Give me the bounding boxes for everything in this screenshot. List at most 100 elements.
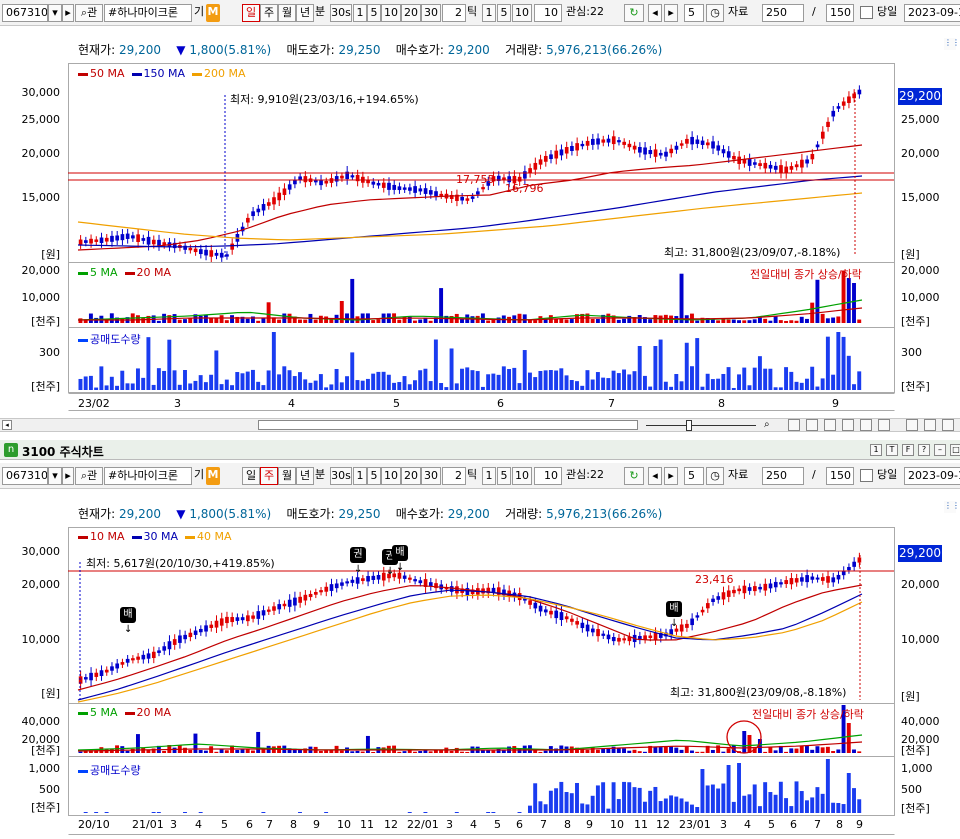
b-volume-bar <box>721 751 726 753</box>
candle-body <box>648 635 653 639</box>
b-short-sale-bar <box>721 783 726 813</box>
candle-body <box>167 641 172 650</box>
b-short-sale-bar <box>298 812 302 813</box>
badge-bae-2[interactable]: 배 <box>392 545 408 561</box>
bottom-date-0: 20/10 <box>78 818 110 831</box>
candle-body <box>125 658 130 663</box>
b-short-sale-bar <box>742 795 747 813</box>
b-short-sale-bar <box>580 803 585 813</box>
candle-body <box>554 610 559 619</box>
b-volume-bar <box>538 751 543 753</box>
candle-body <box>533 602 538 609</box>
candle-body <box>773 581 778 588</box>
candle-body <box>225 616 229 624</box>
b-short-sale-bar <box>690 804 694 813</box>
badge-gwon-1[interactable]: 권 <box>350 547 366 563</box>
candle-body <box>230 617 235 623</box>
badge-bae-1[interactable]: 배 <box>120 607 136 623</box>
candle-body <box>104 669 109 673</box>
b-volume-bar <box>669 746 674 753</box>
bottom-short-legend: 공매도수량 <box>78 762 141 778</box>
bottom-date-23: 23/01 <box>679 818 711 831</box>
candle-body <box>94 672 99 677</box>
candle-body <box>240 617 245 621</box>
b-short-sale-bar <box>198 812 203 813</box>
b-short-sale-bar <box>575 782 579 813</box>
b-short-sale-bar <box>156 812 161 813</box>
b-volume-bar <box>658 747 663 753</box>
b-short-sale-bar <box>548 790 553 813</box>
candle-body <box>742 585 747 594</box>
b-volume-bar <box>193 733 198 753</box>
bottom-date-7: 8 <box>290 818 297 831</box>
b-volume-bar <box>606 748 611 753</box>
bottom-short-axis-1000: 1,000 <box>28 762 61 775</box>
b-short-sale-bar <box>684 801 689 813</box>
candle-body <box>585 624 590 632</box>
b-volume-bar <box>172 747 177 753</box>
candle-body <box>120 662 125 665</box>
b-short-sale-bar <box>737 763 741 813</box>
b-volume-bar <box>622 748 626 753</box>
candle-body <box>308 593 313 598</box>
b-short-sale-bar <box>805 800 809 813</box>
bottom-date-5: 6 <box>246 818 253 831</box>
b-short-sale-bar <box>642 801 647 813</box>
b-volume-bar <box>742 731 747 753</box>
b-short-sale-bar <box>700 769 705 813</box>
candle-body <box>313 591 318 595</box>
b-short-sale-bar <box>601 782 606 813</box>
candle-body <box>580 622 585 629</box>
candle-body <box>204 625 208 632</box>
candle-body <box>732 589 736 594</box>
b-short-sale-bar <box>104 812 109 813</box>
b-short-sale-bar <box>658 801 663 813</box>
b-legend-short: 공매도수량 <box>90 764 141 777</box>
b-short-sale-bar <box>183 812 187 813</box>
b-volume-bar <box>554 748 559 753</box>
b-volume-bar <box>465 751 470 753</box>
candle-body <box>282 603 287 607</box>
bottom-date-16: 6 <box>516 818 523 831</box>
candle-body <box>564 616 569 620</box>
b-short-sale-bar <box>454 812 459 813</box>
badge-arrow-2: ↓ <box>354 564 363 575</box>
candle-body <box>413 579 417 582</box>
b-volume-bar <box>674 747 679 753</box>
candle-body <box>674 628 679 632</box>
b-volume-bar <box>763 751 768 753</box>
b-volume-bar <box>418 751 423 753</box>
b-volume-bar <box>627 750 632 753</box>
bottom-date-11: 12 <box>384 818 398 831</box>
b-volume-bar <box>632 749 637 753</box>
candle-body <box>115 663 120 669</box>
bottom-date-24: 3 <box>720 818 727 831</box>
candle-body <box>266 609 271 612</box>
candle-body <box>690 618 694 626</box>
b-volume-bar <box>836 749 841 753</box>
b-short-sale-bar <box>423 812 428 813</box>
candle-body <box>737 588 742 592</box>
candle-body <box>345 581 350 584</box>
candle-body <box>397 572 402 579</box>
b-volume-bar <box>637 751 642 753</box>
b-volume-bar <box>653 746 658 753</box>
candle-body <box>606 634 611 640</box>
b-short-sale-bar <box>784 798 789 813</box>
b-short-sale-bar <box>799 791 804 813</box>
bottom-date-22: 12 <box>656 818 670 831</box>
candle-body <box>261 610 266 616</box>
b-volume-bar <box>747 735 752 753</box>
badge-bae-3[interactable]: 배 <box>666 601 682 617</box>
bottom-short-axis-unit: [천주] <box>31 801 60 814</box>
b-volume-bar <box>799 745 804 753</box>
candle-body <box>110 666 114 671</box>
bottom-short-raxis-1000: 1,000 <box>901 762 933 775</box>
b-volume-bar <box>852 749 856 753</box>
candle-body <box>559 612 564 621</box>
b-volume-bar <box>726 748 731 753</box>
b-short-sale-bar <box>533 783 538 813</box>
b-volume-bar <box>789 748 794 753</box>
b-short-sale-bar <box>616 799 621 813</box>
candle-body <box>319 590 323 593</box>
